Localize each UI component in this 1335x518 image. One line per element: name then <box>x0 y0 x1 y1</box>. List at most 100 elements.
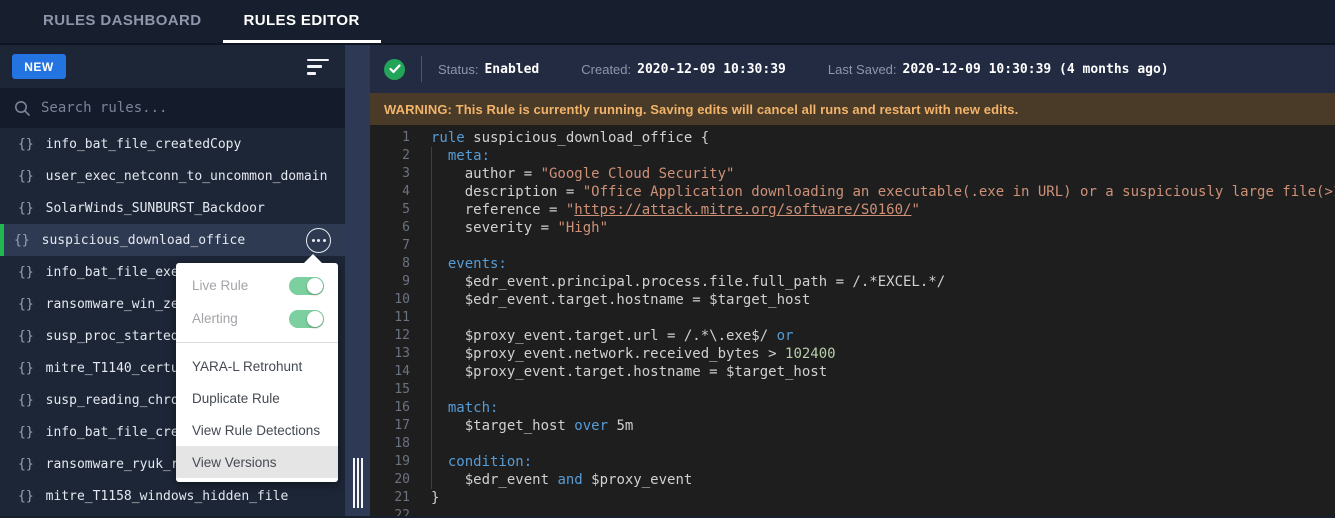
created-field: Created: 2020-12-09 10:30:39 <box>581 62 786 77</box>
rule-name: suspicious_download_office <box>42 233 246 248</box>
rule-name: susp_reading_chro <box>46 393 179 408</box>
line-number: 9 <box>370 273 410 291</box>
menu-item-duplicate-rule[interactable]: Duplicate Rule <box>176 382 338 414</box>
status-field: Status: Enabled <box>438 62 539 77</box>
line-content <box>410 435 431 453</box>
line-content: $proxy_event.target.hostname = $target_h… <box>410 363 827 381</box>
last-saved-label: Last Saved: <box>828 62 897 77</box>
braces-icon: {} <box>18 457 34 472</box>
rule-name: info_bat_file_cre <box>46 425 179 440</box>
line-number: 6 <box>370 219 410 237</box>
code-line: 6 severity = "High" <box>370 219 1335 237</box>
tab-rules-dashboard[interactable]: RULES DASHBOARD <box>22 0 223 43</box>
status-value: Enabled <box>484 62 539 77</box>
line-number: 18 <box>370 435 410 453</box>
sidebar-toolbar: NEW <box>0 45 345 88</box>
code-line: 1rule suspicious_download_office { <box>370 129 1335 147</box>
line-content: author = "Google Cloud Security" <box>410 165 734 183</box>
braces-icon: {} <box>14 233 30 248</box>
toggle-label: Alerting <box>192 311 238 326</box>
line-content: rule suspicious_download_office { <box>410 129 709 147</box>
alerting-toggle[interactable] <box>289 310 324 328</box>
braces-icon: {} <box>18 361 34 376</box>
rule-options-icon[interactable] <box>306 228 331 253</box>
rule-name: ransomware_win_ze <box>46 297 179 312</box>
braces-icon: {} <box>18 329 34 344</box>
created-value: 2020-12-09 10:30:39 <box>637 62 786 77</box>
line-number: 19 <box>370 453 410 471</box>
rule-list-item[interactable]: {} info_bat_file_createdCopy <box>0 128 345 160</box>
line-number: 3 <box>370 165 410 183</box>
code-line: 22 <box>370 507 1335 516</box>
code-line: 8 events: <box>370 255 1335 273</box>
rule-name: susp_proc_started_ <box>46 329 187 344</box>
line-content <box>410 381 431 399</box>
line-number: 13 <box>370 345 410 363</box>
menu-item-view-rule-detections[interactable]: View Rule Detections <box>176 414 338 446</box>
created-label: Created: <box>581 62 631 77</box>
line-content: } <box>410 489 439 507</box>
rule-name: SolarWinds_SUNBURST_Backdoor <box>46 201 265 216</box>
code-line: 9 $edr_event.principal.process.file.full… <box>370 273 1335 291</box>
rule-list-item[interactable]: {} suspicious_download_office <box>0 224 345 256</box>
code-line: 13 $proxy_event.network.received_bytes >… <box>370 345 1335 363</box>
menu-toggle-row: Live Rule <box>176 269 338 302</box>
line-content: description = "Office Application downlo… <box>410 183 1335 201</box>
menu-toggle-row: Alerting <box>176 302 338 335</box>
line-content: $edr_event and $proxy_event <box>410 471 692 489</box>
line-content: reference = "https://attack.mitre.org/so… <box>410 201 920 219</box>
line-content: events: <box>410 255 507 273</box>
status-label: Status: <box>438 62 478 77</box>
line-content: match: <box>410 399 498 417</box>
line-number: 2 <box>370 147 410 165</box>
code-line: 5 reference = "https://attack.mitre.org/… <box>370 201 1335 219</box>
line-number: 12 <box>370 327 410 345</box>
toggle-label: Live Rule <box>192 278 248 293</box>
code-editor[interactable]: 1rule suspicious_download_office {2 meta… <box>370 125 1335 516</box>
line-content <box>410 507 431 516</box>
code-line: 15 <box>370 381 1335 399</box>
line-content <box>410 309 431 327</box>
rule-context-menu: Live Rule Alerting YARA-L RetrohuntDuplica… <box>176 263 338 482</box>
rule-list-item[interactable]: {}user_exec_netconn_to_uncommon_domain <box>0 160 345 192</box>
menu-item-view-versions[interactable]: View Versions <box>176 446 338 478</box>
code-line: 21} <box>370 489 1335 507</box>
line-content: $target_host over 5m <box>410 417 633 435</box>
braces-icon: {} <box>18 137 34 152</box>
menu-divider <box>176 342 338 343</box>
search-input[interactable] <box>41 100 301 116</box>
line-number: 1 <box>370 129 410 147</box>
line-number: 17 <box>370 417 410 435</box>
line-number: 4 <box>370 183 410 201</box>
new-rule-button[interactable]: NEW <box>12 54 66 79</box>
line-number: 21 <box>370 489 410 507</box>
code-line: 16 match: <box>370 399 1335 417</box>
top-nav: RULES DASHBOARD RULES EDITOR <box>0 0 1335 45</box>
rule-list-item[interactable]: {}SolarWinds_SUNBURST_Backdoor <box>0 192 345 224</box>
braces-icon: {} <box>18 265 34 280</box>
line-number: 7 <box>370 237 410 255</box>
rule-name: info_bat_file_exe <box>46 265 179 280</box>
line-content <box>410 237 431 255</box>
line-content: $edr_event.target.hostname = $target_hos… <box>410 291 810 309</box>
line-number: 16 <box>370 399 410 417</box>
code-line: 19 condition: <box>370 453 1335 471</box>
menu-item-yara-l-retrohunt[interactable]: YARA-L Retrohunt <box>176 350 338 382</box>
line-number: 15 <box>370 381 410 399</box>
code-line: 2 meta: <box>370 147 1335 165</box>
statusbar-divider <box>421 56 422 82</box>
sort-icon[interactable] <box>307 58 331 76</box>
rule-name: info_bat_file_createdCopy <box>46 137 242 152</box>
line-content: $proxy_event.target.url = /.*\.exe$/ or <box>410 327 793 345</box>
code-line: 17 $target_host over 5m <box>370 417 1335 435</box>
braces-icon: {} <box>18 393 34 408</box>
rule-list-item[interactable]: {}mitre_T1158_windows_hidden_file <box>0 480 345 512</box>
live-rule-toggle[interactable] <box>289 277 324 295</box>
tab-rules-editor[interactable]: RULES EDITOR <box>223 0 381 43</box>
rule-name: mitre_T1140_certu <box>46 361 179 376</box>
line-content: $proxy_event.network.received_bytes > 10… <box>410 345 836 363</box>
code-line: 4 description = "Office Application down… <box>370 183 1335 201</box>
splitter-grip-icon[interactable] <box>353 458 363 508</box>
code-line: 20 $edr_event and $proxy_event <box>370 471 1335 489</box>
line-number: 20 <box>370 471 410 489</box>
